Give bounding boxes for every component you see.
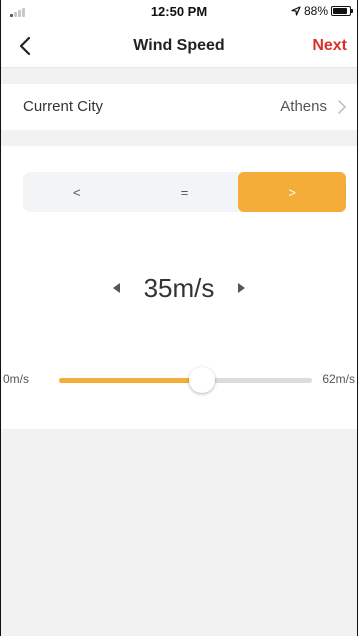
chevron-right-icon (338, 100, 346, 114)
navigation-bar: Wind Speed Next (1, 24, 357, 68)
equal-option[interactable]: = (131, 172, 239, 212)
slider-thumb[interactable] (188, 367, 215, 393)
triangle-right-icon[interactable] (234, 281, 248, 295)
greater-than-option[interactable]: > (238, 172, 347, 212)
battery-percent: 88% (303, 4, 328, 18)
wind-speed-slider: 0m/s 62m/s (1, 367, 357, 393)
next-button[interactable]: Next (312, 37, 347, 55)
triangle-left-icon[interactable] (110, 281, 124, 295)
slider-fill (59, 378, 202, 383)
wind-speed-panel: < = > 35m/s 0m/s 62m/s (1, 146, 357, 429)
speed-value: 35m/s (143, 272, 215, 303)
less-than-option[interactable]: < (23, 172, 131, 212)
page-title: Wind Speed (133, 37, 225, 54)
current-city-row[interactable]: Current City Athens (1, 84, 357, 130)
battery-icon (331, 6, 353, 16)
status-bar: 12:50 PM 88% (1, 0, 357, 24)
slider-min-label: 0m/s (3, 372, 30, 386)
speed-value-row: 35m/s (1, 270, 357, 306)
screen: 12:50 PM 88% Wind Speed Next Current Cit… (0, 0, 358, 636)
current-city-value: Athens (280, 98, 327, 115)
location-arrow-icon (291, 6, 301, 16)
slider-track[interactable] (59, 367, 312, 393)
slider-max-label: 62m/s (322, 372, 355, 386)
comparator-segmented-control: < = > (23, 172, 347, 212)
current-city-label: Current City (23, 98, 104, 115)
battery-area: 88% (291, 4, 353, 18)
